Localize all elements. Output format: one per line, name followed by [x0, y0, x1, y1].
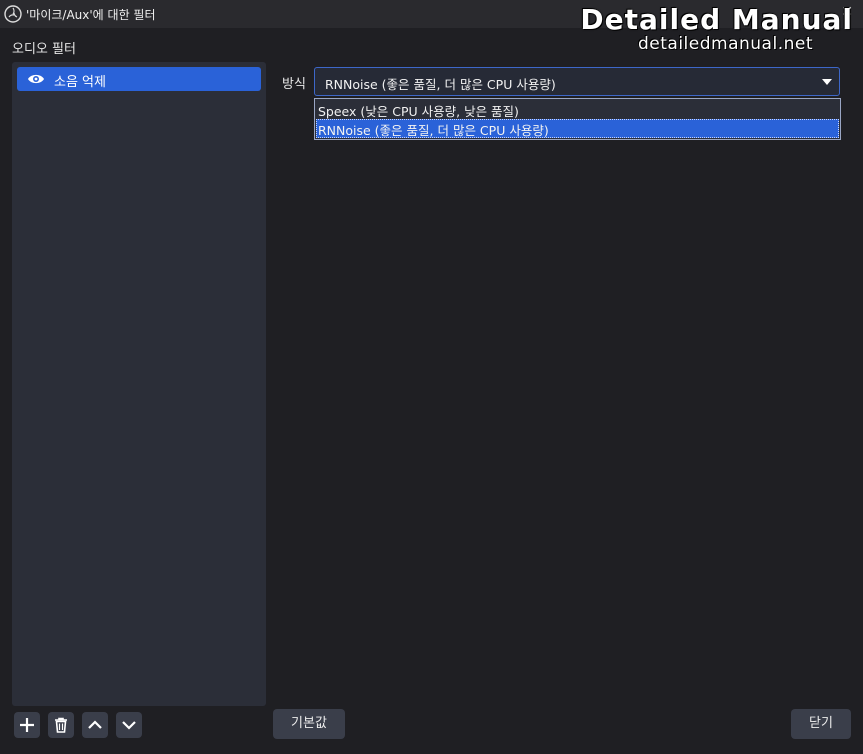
obs-logo-icon [4, 5, 22, 23]
move-up-button[interactable] [82, 712, 108, 738]
method-label: 방식 [282, 77, 306, 92]
dropdown-arrow-icon[interactable] [822, 78, 832, 86]
window-title: '마이크/Aux'에 대한 필터 [26, 8, 156, 22]
add-filter-button[interactable] [14, 712, 40, 738]
close-icon[interactable]: ✕ [841, 4, 853, 20]
remove-filter-button[interactable] [48, 712, 74, 738]
dropdown-option-speex[interactable]: Speex (낮은 CPU 사용량, 낮은 품질) [316, 100, 839, 119]
trash-icon [55, 717, 67, 733]
close-button[interactable]: 닫기 [791, 709, 851, 739]
plus-icon [20, 718, 34, 732]
filter-item-label: 소음 억제 [54, 75, 106, 90]
method-select-value: RNNoise (좋은 품질, 더 많은 CPU 사용량) [325, 77, 556, 92]
chevron-up-icon [88, 720, 102, 729]
move-down-button[interactable] [116, 712, 142, 738]
filter-list: 소음 억제 [12, 62, 266, 706]
method-select[interactable]: RNNoise (좋은 품질, 더 많은 CPU 사용량) [314, 67, 840, 96]
watermark-url: detailedmanual.net [638, 34, 813, 54]
defaults-button[interactable]: 기본값 [273, 709, 345, 739]
chevron-down-icon [122, 721, 136, 730]
audio-filters-label: 오디오 필터 [12, 42, 76, 57]
filter-item-noise-suppression[interactable]: 소음 억제 [17, 67, 261, 91]
dropdown-option-rnnoise[interactable]: RNNoise (좋은 품질, 더 많은 CPU 사용량) [316, 119, 839, 138]
title-bar: '마이크/Aux'에 대한 필터 ✕ [0, 0, 863, 28]
method-dropdown-list: Speex (낮은 CPU 사용량, 낮은 품질) RNNoise (좋은 품질… [314, 98, 841, 140]
eye-icon[interactable] [27, 72, 45, 86]
